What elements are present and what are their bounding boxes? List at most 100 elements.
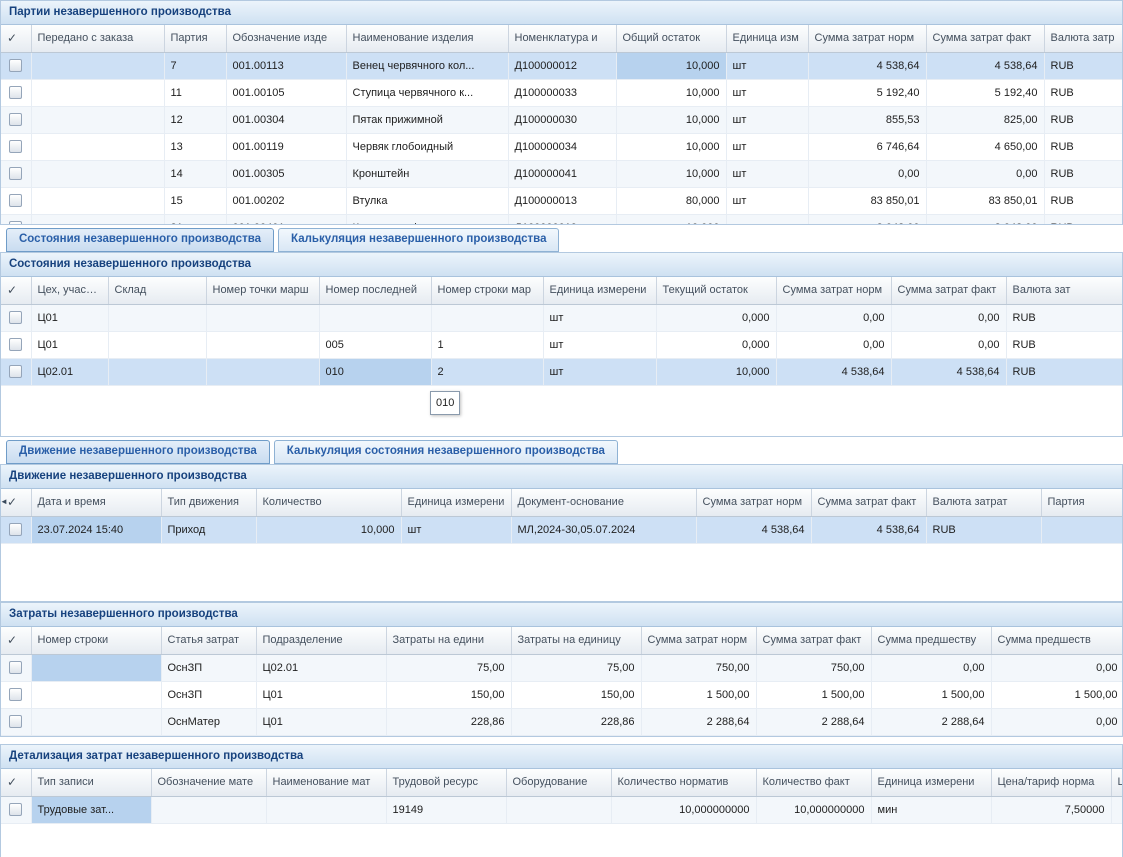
table-row[interactable]: Ц02.010102шт10,0004 538,644 538,64RUB xyxy=(1,358,1122,385)
cell[interactable]: 0,00 xyxy=(991,708,1122,735)
column-header[interactable]: Затраты на единицу xyxy=(511,627,641,654)
cell[interactable]: 75,00 xyxy=(386,654,511,681)
row-checkbox[interactable] xyxy=(1,52,31,79)
cell[interactable]: Ц01 xyxy=(256,681,386,708)
cell[interactable]: 001.00304 xyxy=(226,106,346,133)
tab-active[interactable]: Движение незавершенного производства xyxy=(6,440,270,464)
row-checkbox[interactable] xyxy=(1,106,31,133)
cell[interactable]: 10,000000000 xyxy=(611,796,756,823)
table-row[interactable]: 14001.00305КронштейнД10000004110,000шт0,… xyxy=(1,160,1122,187)
column-header[interactable]: Единица измерени xyxy=(871,769,991,796)
column-header[interactable]: Номер точки марш xyxy=(206,277,319,304)
cell[interactable]: 4 538,64 xyxy=(696,516,811,543)
cell[interactable]: 0,00 xyxy=(776,331,891,358)
table-row[interactable]: ОснЗПЦ02.0175,0075,00750,00750,000,000,0… xyxy=(1,654,1122,681)
column-header[interactable]: Сумма затрат норм xyxy=(641,627,756,654)
cell[interactable]: шт xyxy=(543,304,656,331)
select-all-header[interactable]: ✓ xyxy=(1,277,31,304)
column-header[interactable]: Трудовой ресурс xyxy=(386,769,506,796)
cell[interactable]: 7 xyxy=(164,52,226,79)
cell[interactable]: Пятак прижимной xyxy=(346,106,508,133)
column-header[interactable]: Цена/тариф норма xyxy=(991,769,1111,796)
cell[interactable]: ОснЗП xyxy=(161,654,256,681)
cell[interactable] xyxy=(506,796,611,823)
column-header[interactable]: Наименование изделия xyxy=(346,25,508,52)
cell[interactable] xyxy=(206,331,319,358)
cell[interactable]: 750,00 xyxy=(756,654,871,681)
column-header[interactable]: Затраты на едини xyxy=(386,627,511,654)
cell[interactable]: 10,000 xyxy=(616,133,726,160)
cell[interactable]: 13 xyxy=(164,133,226,160)
column-header[interactable]: Общий остаток xyxy=(616,25,726,52)
table-row[interactable]: 21001.00401Крепление фланцевоеД100000019… xyxy=(1,214,1122,224)
cell[interactable] xyxy=(31,681,161,708)
cell[interactable]: 228,86 xyxy=(386,708,511,735)
tab-active[interactable]: Состояния незавершенного производства xyxy=(6,228,274,252)
column-header[interactable]: Передано с заказа xyxy=(31,25,164,52)
column-header[interactable]: Количество факт xyxy=(756,769,871,796)
cell-editor-popup[interactable]: 010 xyxy=(430,391,460,415)
cell[interactable]: 0,00 xyxy=(776,304,891,331)
cell[interactable]: шт xyxy=(726,79,808,106)
cell[interactable] xyxy=(206,304,319,331)
cell[interactable]: шт xyxy=(543,331,656,358)
cell[interactable]: RUB xyxy=(1006,331,1122,358)
cell[interactable]: 0,00 xyxy=(808,160,926,187)
cell[interactable]: 4 538,64 xyxy=(808,52,926,79)
cell[interactable]: 19149 xyxy=(386,796,506,823)
cell[interactable]: Крепление фланцевое xyxy=(346,214,508,224)
column-header[interactable]: Единица измерени xyxy=(543,277,656,304)
column-header[interactable]: Сумма затрат факт xyxy=(891,277,1006,304)
cell[interactable]: 83 850,01 xyxy=(808,187,926,214)
cell[interactable]: 001.00202 xyxy=(226,187,346,214)
row-checkbox[interactable] xyxy=(1,187,31,214)
column-header[interactable]: Номенклатура и xyxy=(508,25,616,52)
column-header[interactable]: Номер последней xyxy=(319,277,431,304)
select-all-header[interactable]: ✓ xyxy=(1,25,31,52)
table-row[interactable]: 12001.00304Пятак прижимнойД10000003010,0… xyxy=(1,106,1122,133)
table-row[interactable]: ОснЗПЦ01150,00150,001 500,001 500,001 50… xyxy=(1,681,1122,708)
cell[interactable]: 5 192,40 xyxy=(926,79,1044,106)
select-all-header[interactable]: ✓ xyxy=(1,627,31,654)
cell[interactable]: 11 xyxy=(164,79,226,106)
cell[interactable]: Д100000019 xyxy=(508,214,616,224)
column-header[interactable]: Единица измерени xyxy=(401,489,511,516)
cell[interactable]: 10,000 xyxy=(256,516,401,543)
table-row[interactable]: 23.07.2024 15:40Приход10,000штМЛ,2024-30… xyxy=(1,516,1122,543)
cell[interactable]: 010 xyxy=(319,358,431,385)
cell[interactable]: 2 048,00 xyxy=(808,214,926,224)
table-row[interactable]: Ц010051шт0,0000,000,00RUB xyxy=(1,331,1122,358)
cell[interactable] xyxy=(206,358,319,385)
cell[interactable]: Ц02.01 xyxy=(31,358,108,385)
cell[interactable]: RUB xyxy=(1006,358,1122,385)
cell[interactable]: 10,000 xyxy=(616,79,726,106)
cell[interactable] xyxy=(108,304,206,331)
cell[interactable]: 0,00 xyxy=(991,654,1122,681)
cell[interactable]: 1 500,00 xyxy=(991,681,1122,708)
cell[interactable]: шт xyxy=(401,516,511,543)
cell[interactable]: 1 500,00 xyxy=(641,681,756,708)
row-checkbox[interactable] xyxy=(1,654,31,681)
cell[interactable]: ОснМатер xyxy=(161,708,256,735)
column-header[interactable]: Наименование мат xyxy=(266,769,386,796)
cell[interactable] xyxy=(31,654,161,681)
row-checkbox[interactable] xyxy=(1,708,31,735)
cell[interactable]: Трудовые зат... xyxy=(31,796,151,823)
cell[interactable]: 1 500,00 xyxy=(871,681,991,708)
cell[interactable]: 005 xyxy=(319,331,431,358)
cell[interactable]: 825,00 xyxy=(926,106,1044,133)
cell[interactable]: Ступица червячного к... xyxy=(346,79,508,106)
tab[interactable]: Калькуляция состояния незавершенного про… xyxy=(274,440,618,464)
column-header[interactable]: Текущий остаток xyxy=(656,277,776,304)
cell[interactable] xyxy=(31,708,161,735)
row-checkbox[interactable] xyxy=(1,133,31,160)
column-header[interactable]: Сумма затрат норм xyxy=(776,277,891,304)
cell[interactable]: 228,86 xyxy=(511,708,641,735)
cell[interactable] xyxy=(266,796,386,823)
table-row[interactable]: ОснМатерЦ01228,86228,862 288,642 288,642… xyxy=(1,708,1122,735)
cell[interactable]: RUB xyxy=(1044,52,1122,79)
column-header[interactable]: Оборудование xyxy=(506,769,611,796)
cell[interactable]: 15 xyxy=(164,187,226,214)
column-header[interactable]: Обозначение мате xyxy=(151,769,266,796)
cell[interactable]: 10,000 xyxy=(616,160,726,187)
